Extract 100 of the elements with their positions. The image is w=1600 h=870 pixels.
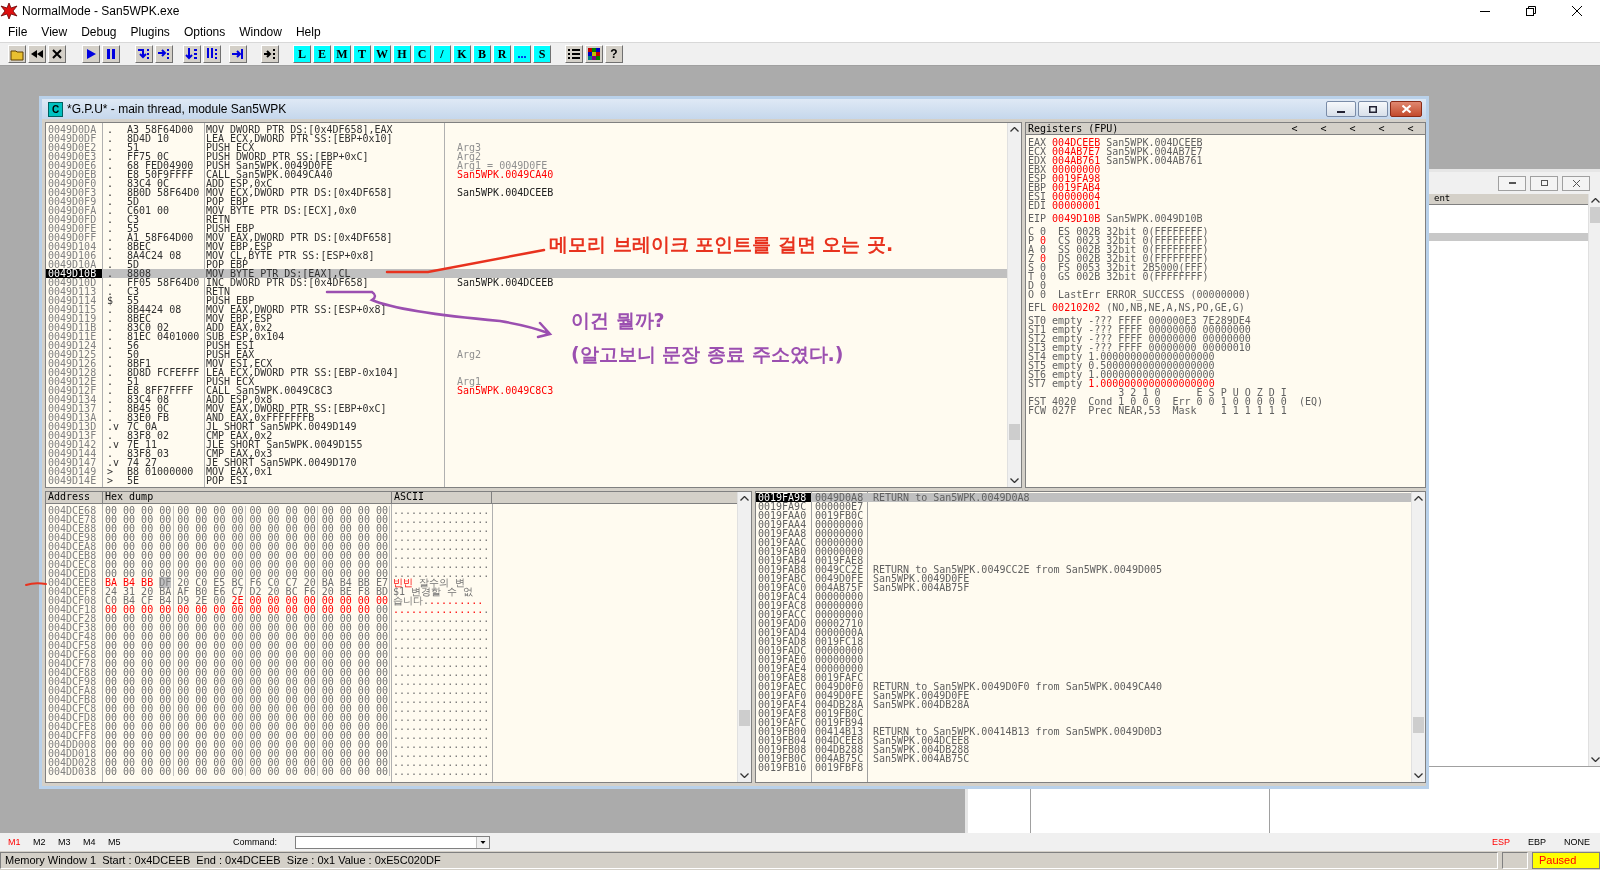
menu-item[interactable]: Help bbox=[288, 23, 328, 41]
address[interactable]: 0049D0EB bbox=[46, 170, 102, 179]
address[interactable]: 0019FACC bbox=[756, 610, 811, 619]
selected-row[interactable]: 0049D10B . 8808 MOV BYTE PTR DS:[EAX],CL bbox=[46, 269, 1007, 278]
address[interactable]: 0019FAEC bbox=[756, 682, 811, 691]
address[interactable]: 0019FA9C bbox=[756, 502, 811, 511]
close-button[interactable] bbox=[1562, 175, 1590, 191]
address[interactable]: 0049D0FE bbox=[46, 224, 102, 233]
address[interactable]: 0049D113 bbox=[46, 287, 102, 296]
address[interactable]: 0019FAF0 bbox=[756, 691, 811, 700]
menu-item[interactable]: File bbox=[1, 23, 35, 41]
address[interactable]: 0019FAF4 bbox=[756, 700, 811, 709]
address[interactable]: 0049D126 bbox=[46, 359, 102, 368]
address[interactable]: 0019FAB4 bbox=[756, 556, 811, 565]
command-field[interactable] bbox=[295, 835, 490, 849]
column-header[interactable]: ASCII bbox=[392, 492, 492, 503]
address[interactable]: 0049D12F bbox=[46, 386, 102, 395]
trace-over-button[interactable] bbox=[203, 45, 221, 63]
shortcut-key[interactable]: B bbox=[473, 45, 491, 63]
colors-button[interactable] bbox=[585, 45, 603, 63]
collapse-arrow[interactable]: < bbox=[1338, 124, 1367, 133]
collapse-arrow[interactable]: < bbox=[1396, 124, 1425, 133]
register-toggle[interactable]: EBP bbox=[1528, 837, 1564, 847]
address[interactable]: 0019FADC bbox=[756, 646, 811, 655]
rewind-button[interactable] bbox=[28, 45, 46, 63]
run-button[interactable] bbox=[82, 45, 100, 63]
address[interactable]: 0019FAAC bbox=[756, 538, 811, 547]
scrollbar[interactable] bbox=[1411, 492, 1425, 782]
shortcut-key[interactable]: ... bbox=[513, 45, 531, 63]
close-button[interactable] bbox=[1390, 101, 1422, 117]
address[interactable]: 0049D0F9 bbox=[46, 197, 102, 206]
address[interactable]: 0049D134 bbox=[46, 395, 102, 404]
address[interactable]: 0049D0DA bbox=[46, 125, 102, 134]
shortcut-key[interactable]: K bbox=[453, 45, 471, 63]
collapse-arrow[interactable]: < bbox=[1309, 124, 1338, 133]
address[interactable]: 0049D0E2 bbox=[46, 143, 102, 152]
address[interactable]: 0049D12E bbox=[46, 377, 102, 386]
pause-button[interactable] bbox=[102, 45, 120, 63]
scrollbar[interactable] bbox=[1588, 194, 1600, 766]
menu-item[interactable]: Plugins bbox=[123, 23, 177, 41]
menu-item[interactable]: Options bbox=[176, 23, 233, 41]
maximize-button[interactable] bbox=[1358, 101, 1388, 117]
address[interactable]: 0049D106 bbox=[46, 251, 102, 260]
selected-row[interactable]: 0019FA98 0049D0A8 RETURN to San5WPK.0049D0A8 bbox=[756, 493, 1411, 502]
address[interactable]: 0049D125 bbox=[46, 350, 102, 359]
address[interactable]: 0049D0F3 bbox=[46, 188, 102, 197]
menu-item[interactable]: Window bbox=[232, 23, 289, 41]
address[interactable]: 0019FAFC bbox=[756, 718, 811, 727]
scroll-thumb[interactable] bbox=[739, 710, 750, 726]
address[interactable]: 0049D10D bbox=[46, 278, 102, 287]
address[interactable]: 0049D0FA bbox=[46, 206, 102, 215]
scroll-thumb[interactable] bbox=[1590, 207, 1600, 223]
address[interactable]: 0049D114 bbox=[46, 296, 102, 305]
address[interactable]: 0019FAC0 bbox=[756, 583, 811, 592]
address[interactable]: 0049D13A bbox=[46, 413, 102, 422]
address[interactable]: 0049D11B bbox=[46, 323, 102, 332]
address[interactable]: 0019FAF8 bbox=[756, 709, 811, 718]
step-into-button[interactable] bbox=[135, 45, 153, 63]
execute-till-return-button[interactable] bbox=[229, 45, 247, 63]
shortcut-key[interactable]: E bbox=[313, 45, 331, 63]
list-button[interactable] bbox=[565, 45, 583, 63]
menu-item[interactable]: View bbox=[34, 23, 75, 41]
address[interactable]: 0049D115 bbox=[46, 305, 102, 314]
minimize-button[interactable] bbox=[1326, 101, 1356, 117]
address[interactable]: 0049D142 bbox=[46, 440, 102, 449]
trace-into-button[interactable] bbox=[183, 45, 201, 63]
address[interactable]: 0019FAE8 bbox=[756, 673, 811, 682]
memory-tab[interactable]: M1 bbox=[8, 837, 33, 847]
collapse-arrow[interactable]: < bbox=[1367, 124, 1396, 133]
address[interactable]: 0049D119 bbox=[46, 314, 102, 323]
shortcut-key[interactable]: T bbox=[353, 45, 371, 63]
shortcut-key[interactable]: / bbox=[433, 45, 451, 63]
memory-tab[interactable]: M3 bbox=[58, 837, 83, 847]
address[interactable]: 0049D10A bbox=[46, 260, 102, 269]
address[interactable]: 0019FABC bbox=[756, 574, 811, 583]
menu-item[interactable]: Debug bbox=[74, 23, 124, 41]
collapse-arrow[interactable]: < bbox=[1280, 124, 1309, 133]
address[interactable]: 0049D149 bbox=[46, 467, 102, 476]
address[interactable]: 0019FAB0 bbox=[756, 547, 811, 556]
address[interactable]: 0019FA98 bbox=[756, 493, 811, 502]
address[interactable]: 0019FAD4 bbox=[756, 628, 811, 637]
address[interactable]: 0019FAC4 bbox=[756, 592, 811, 601]
memory-tab[interactable]: M5 bbox=[108, 837, 133, 847]
address[interactable]: 0049D0E3 bbox=[46, 152, 102, 161]
address[interactable]: 0049D0FD bbox=[46, 215, 102, 224]
address[interactable]: 0019FAD0 bbox=[756, 619, 811, 628]
help-button[interactable]: ? bbox=[605, 45, 623, 63]
address[interactable]: 0049D13D bbox=[46, 422, 102, 431]
minimize-button[interactable] bbox=[1498, 175, 1526, 191]
address[interactable]: 0019FB08 bbox=[756, 745, 811, 754]
address[interactable]: 0049D124 bbox=[46, 341, 102, 350]
address[interactable]: 0019FB0C bbox=[756, 754, 811, 763]
shortcut-key[interactable]: H bbox=[393, 45, 411, 63]
address[interactable]: 0019FB10 bbox=[756, 763, 811, 772]
shortcut-key[interactable]: C bbox=[413, 45, 431, 63]
register-toggle[interactable]: NONE bbox=[1564, 837, 1600, 847]
shortcut-key[interactable]: R bbox=[493, 45, 511, 63]
address[interactable]: 0019FB04 bbox=[756, 736, 811, 745]
memory-tab[interactable]: M2 bbox=[33, 837, 58, 847]
address[interactable]: 0049D147 bbox=[46, 458, 102, 467]
